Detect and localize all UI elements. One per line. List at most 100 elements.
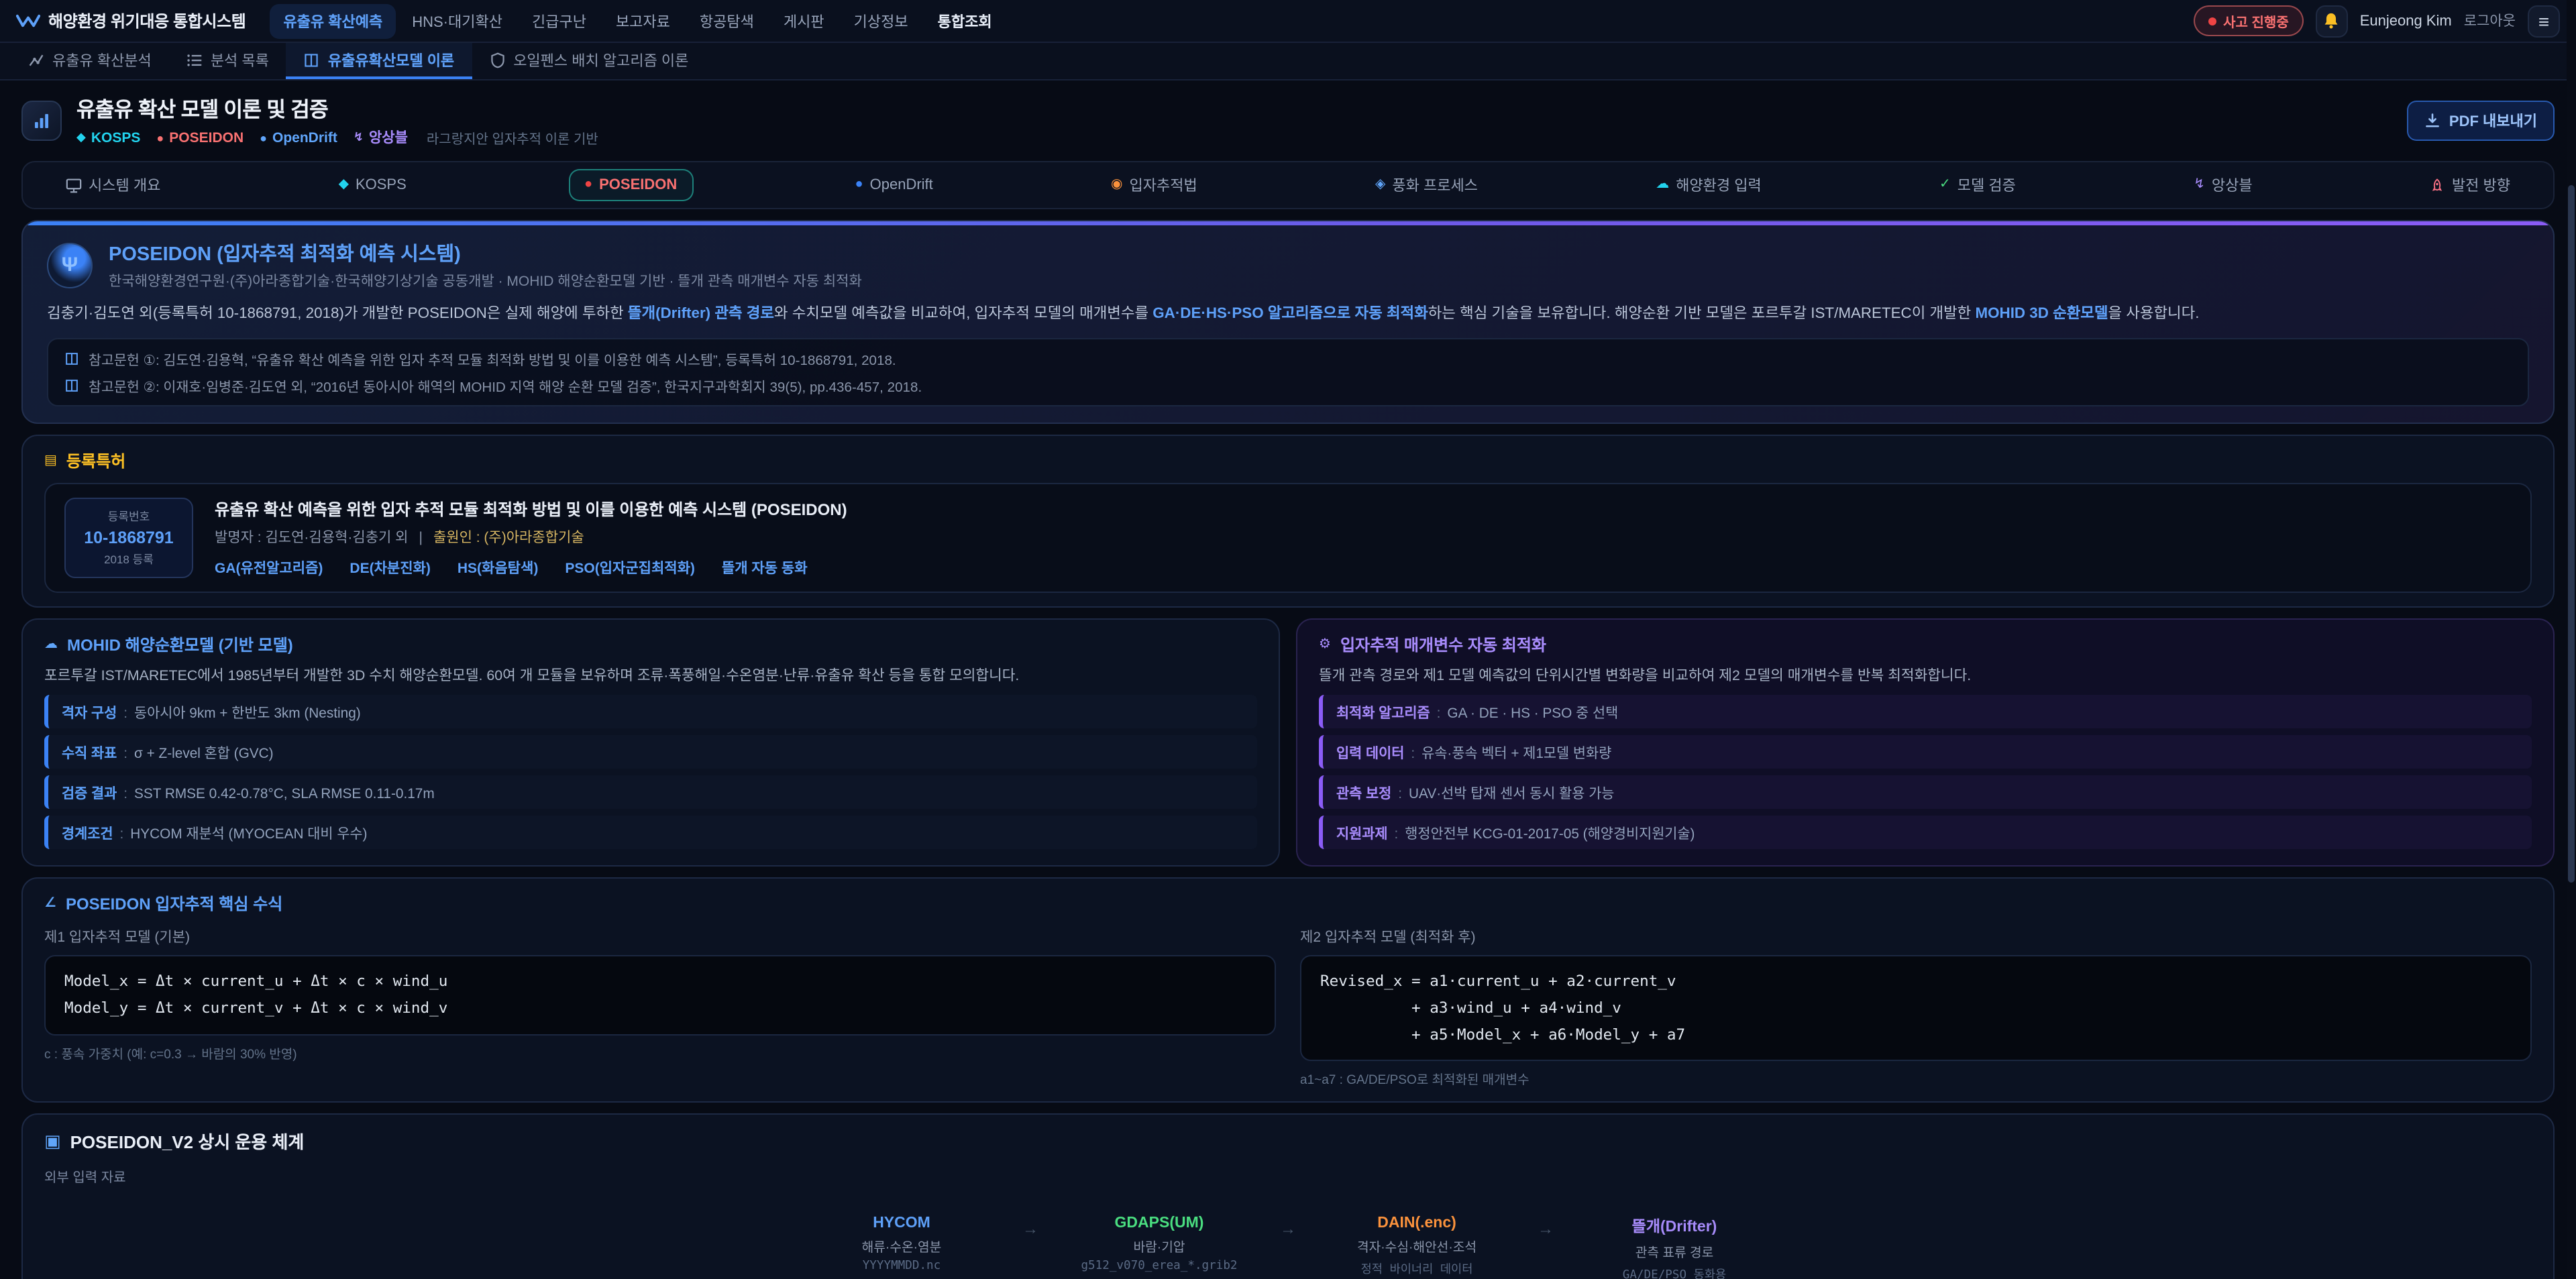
formula-label: 제1 입자추적 모델 (기본) bbox=[44, 927, 1276, 947]
source-name: HYCOM bbox=[794, 1216, 1009, 1232]
tab-opendrift[interactable]: ● OpenDrift bbox=[839, 169, 949, 201]
cloud-icon: ☁ bbox=[1656, 178, 1669, 192]
dot-icon: ● bbox=[156, 131, 164, 144]
menu-item-hns-air-diffusion[interactable]: HNS·대기확산 bbox=[398, 3, 516, 38]
app-logo[interactable]: 해양환경 위기대응 통합시스템 bbox=[16, 9, 246, 32]
tab-label: POSEIDON bbox=[599, 177, 677, 193]
shield-icon bbox=[489, 52, 505, 68]
pdf-export-button[interactable]: PDF 내보내기 bbox=[2408, 101, 2555, 141]
menu-item-emergency-rescue[interactable]: 긴급구난 bbox=[519, 3, 600, 38]
spec-label: 지원과제 bbox=[1336, 822, 1388, 842]
formula-grid: 제1 입자추적 모델 (기본) Model_x = Δt × current_u… bbox=[44, 927, 2532, 1089]
tab-system-overview[interactable]: 시스템 개요 bbox=[50, 166, 176, 204]
optimizer-header: ⚙ 입자추적 매개변수 자동 최적화 bbox=[1319, 633, 2532, 656]
reference-item: 참고문헌 ②: 이재호·임병준·김도연 외, “2016년 동아시아 해역의 M… bbox=[64, 376, 2512, 396]
hamburger-icon: ≡ bbox=[2538, 11, 2549, 30]
patent-year: 2018 등록 bbox=[79, 551, 178, 567]
formulas-section: ∠ POSEIDON 입자추적 핵심 수식 제1 입자추적 모델 (기본) Mo… bbox=[21, 877, 2555, 1103]
badge-label: KOSPS bbox=[91, 129, 141, 146]
separator: : bbox=[1411, 747, 1415, 762]
scrollbar-thumb[interactable] bbox=[2568, 185, 2575, 883]
menu-item-integrated-search[interactable]: 통합조회 bbox=[924, 3, 1006, 38]
poseidon-description: 김충기·김도연 외(등록특허 10-1868791, 2018)가 개발한 PO… bbox=[47, 302, 2529, 327]
tab-weathering-process[interactable]: ◈ 풍화 프로세스 bbox=[1359, 166, 1494, 204]
poseidon-title: POSEIDON (입자추적 최적화 예측 시스템) bbox=[109, 239, 862, 267]
check-icon: ✓ bbox=[1939, 178, 1951, 192]
tag-hs[interactable]: HS(화음탐색) bbox=[458, 558, 538, 578]
source-file: GA/DE/PSO 동화용 bbox=[1567, 1266, 1782, 1279]
dot-icon: ● bbox=[260, 131, 267, 144]
reference-text: 참고문헌 ①: 김도연·김용혁, “유출유 확산 예측을 위한 입자 추적 모듈… bbox=[89, 349, 896, 369]
subtab-oil-diffusion-analysis[interactable]: 유출유 확산분석 bbox=[11, 43, 169, 79]
highlight-segment: MOHID 3D 순환모델 bbox=[1976, 306, 2108, 322]
square-icon: ▣ bbox=[44, 1133, 61, 1150]
tab-kosps[interactable]: ◆ KOSPS bbox=[323, 169, 423, 201]
patent-number-block: 등록번호 10-1868791 2018 등록 bbox=[64, 498, 193, 578]
menu-toggle-button[interactable]: ≡ bbox=[2528, 5, 2560, 37]
lightning-icon: ↯ bbox=[2194, 178, 2205, 192]
tab-roadmap[interactable]: 발전 방향 bbox=[2414, 166, 2526, 204]
app-title: 해양환경 위기대응 통합시스템 bbox=[48, 9, 246, 32]
poseidon-subtitle: 한국해양환경연구원·(주)아라종합기술·한국해양기상기술 공동개발 · MOHI… bbox=[109, 271, 862, 291]
monitor-icon bbox=[66, 178, 82, 192]
top-navigation-bar: 해양환경 위기대응 통합시스템 유출유 확산예측 HNS·대기확산 긴급구난 보… bbox=[0, 0, 2576, 43]
spec-value: GA · DE · HS · PSO 중 선택 bbox=[1447, 702, 1618, 722]
incident-status-badge[interactable]: 사고 진행중 bbox=[2194, 5, 2304, 36]
menu-item-board[interactable]: 게시판 bbox=[770, 3, 838, 38]
formula-note: a1~a7 : GA/DE/PSO로 최적화된 매개변수 bbox=[1300, 1070, 2532, 1089]
menu-item-oil-diffusion-prediction[interactable]: 유출유 확산예측 bbox=[270, 3, 396, 38]
source-name: DAIN(.enc) bbox=[1309, 1216, 1524, 1232]
patent-title: 유출유 확산 예측을 위한 입자 추적 모듈 최적화 방법 및 이를 이용한 예… bbox=[215, 498, 2512, 520]
highlight-segment: GA·DE·HS·PSO 알고리즘으로 자동 최적화 bbox=[1152, 306, 1428, 322]
patent-number: 10-1868791 bbox=[79, 529, 178, 547]
source-file: g512_v070_erea_*.grib2 bbox=[1052, 1260, 1267, 1274]
patent-card: 등록번호 10-1868791 2018 등록 유출유 확산 예측을 위한 입자… bbox=[44, 483, 2532, 593]
patent-section-title: 등록특허 bbox=[66, 449, 125, 472]
menu-item-weather-info[interactable]: 기상정보 bbox=[841, 3, 922, 38]
poseidon-icon: Ψ bbox=[47, 242, 93, 288]
dot-icon: ● bbox=[584, 178, 592, 192]
formula-label: 제2 입자추적 모델 (최적화 후) bbox=[1300, 927, 2532, 947]
page-subtitle-note: 라그랑지안 입자추적 이론 기반 bbox=[427, 127, 598, 148]
tab-ensemble[interactable]: ↯ 앙상블 bbox=[2178, 166, 2269, 204]
lightning-icon: ↯ bbox=[354, 130, 364, 145]
book-icon bbox=[64, 378, 79, 393]
flow-arrow-icon: → bbox=[1538, 1220, 1554, 1239]
tab-label: 풍화 프로세스 bbox=[1392, 174, 1478, 196]
subtab-label: 유출유 확산분석 bbox=[52, 49, 152, 70]
data-sources-row: HYCOM 해류·수온·염분 YYYYMMDD.nc → GDAPS(UM) 바… bbox=[44, 1216, 2532, 1279]
tag-drifter-assim[interactable]: 뜰개 자동 동화 bbox=[722, 558, 808, 578]
text-segment: 김충기·김도연 외(등록특허 10-1868791, 2018)가 개발한 PO… bbox=[47, 306, 628, 322]
formula-line: Revised_x = a1·current_u + a2·current_v bbox=[1320, 968, 2512, 995]
subtab-oil-boom-algorithm-theory[interactable]: 오일펜스 배치 알고리즘 이론 bbox=[472, 43, 706, 79]
separator: : bbox=[1437, 707, 1441, 722]
menu-item-reports[interactable]: 보고자료 bbox=[602, 3, 684, 38]
page-icon bbox=[21, 101, 62, 141]
formula-line: + a5·Model_x + a6·Model_y + a7 bbox=[1320, 1021, 2512, 1048]
trident-glyph: Ψ bbox=[62, 254, 78, 276]
separator: : bbox=[123, 747, 127, 762]
spec-row: 관측 보정:UAV·선박 탑재 센서 동시 활용 가능 bbox=[1319, 775, 2532, 809]
subtab-label: 분석 목록 bbox=[211, 49, 269, 70]
menu-item-aerial-search[interactable]: 항공탐색 bbox=[686, 3, 767, 38]
tab-poseidon[interactable]: ● POSEIDON bbox=[568, 169, 693, 201]
page-badges: ◆ KOSPS ● POSEIDON ● OpenDrift ↯ 앙상블 라그랑… bbox=[76, 127, 598, 148]
notifications-button[interactable] bbox=[2316, 5, 2348, 37]
subtab-diffusion-model-theory[interactable]: 유출유확산모델 이론 bbox=[286, 43, 472, 79]
subtab-label: 유출유확산모델 이론 bbox=[328, 49, 454, 70]
patent-body: 유출유 확산 예측을 위한 입자 추적 모듈 최적화 방법 및 이를 이용한 예… bbox=[215, 498, 2512, 578]
subtab-analysis-list[interactable]: 분석 목록 bbox=[169, 43, 286, 79]
tab-ocean-env-input[interactable]: ☁ 해양환경 입력 bbox=[1640, 166, 1778, 204]
gear-icon: ⚙ bbox=[1319, 638, 1331, 651]
formula-model2: 제2 입자추적 모델 (최적화 후) Revised_x = a1·curren… bbox=[1300, 927, 2532, 1089]
tag-ga[interactable]: GA(유전알고리즘) bbox=[215, 558, 323, 578]
tab-model-validation[interactable]: ✓ 모델 검증 bbox=[1923, 166, 2032, 204]
tag-pso[interactable]: PSO(입자군집최적화) bbox=[565, 558, 695, 578]
logout-button[interactable]: 로그아웃 bbox=[2464, 11, 2516, 31]
incident-dot-icon bbox=[2208, 17, 2216, 25]
tab-particle-tracking[interactable]: ◉ 입자추적법 bbox=[1095, 166, 1214, 204]
tag-de[interactable]: DE(차분진화) bbox=[350, 558, 430, 578]
section-tab-bar: 시스템 개요 ◆ KOSPS ● POSEIDON ● OpenDrift ◉ … bbox=[21, 161, 2555, 209]
separator: : bbox=[120, 828, 124, 842]
wing-logo-icon bbox=[16, 12, 40, 30]
